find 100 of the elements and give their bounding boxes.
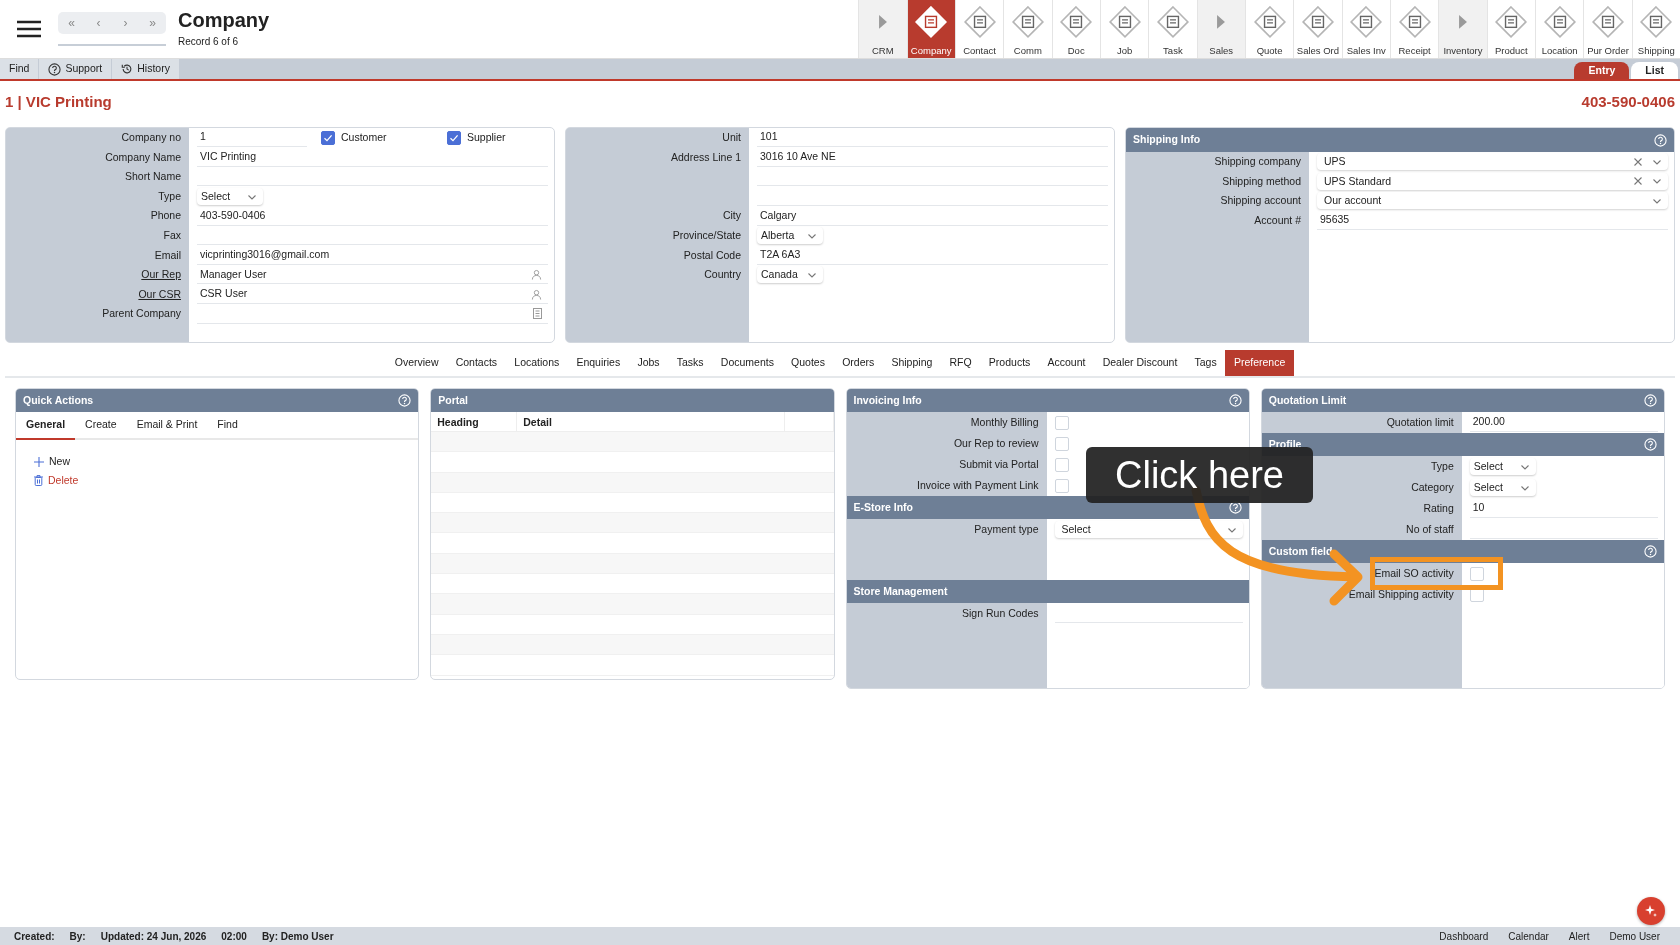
record-tab[interactable]: Orders [833, 350, 883, 376]
record-tab[interactable]: Tags [1185, 350, 1226, 376]
select-field[interactable]: Our account [1317, 192, 1668, 210]
module-button[interactable]: Inventory [1438, 0, 1487, 58]
module-button[interactable]: Sales [1196, 0, 1245, 58]
field-label: Address Line 1 [670, 150, 741, 163]
record-phone: 403-590-0406 [1581, 91, 1675, 112]
select-field[interactable]: Alberta [757, 227, 823, 245]
field-label: Company no [121, 131, 181, 143]
diamond-icon [914, 5, 949, 39]
sparkle-button[interactable] [1637, 897, 1665, 925]
lookup-field[interactable]: Manager User [197, 265, 548, 285]
field-label: Short Name [124, 170, 181, 183]
triangle-icon [878, 15, 887, 29]
check-icon [449, 132, 459, 143]
view-tab[interactable]: List [1631, 62, 1678, 79]
status-link[interactable]: Calendar [1502, 928, 1555, 944]
module-button[interactable]: CRM [858, 0, 907, 58]
field-label: Unit [722, 131, 741, 143]
field-label: Rating [1423, 502, 1454, 514]
history-icon [121, 63, 134, 75]
status-text: By: [69, 929, 86, 944]
panel-tab[interactable]: General [16, 412, 76, 440]
text-field[interactable]: vicprinting3016@gmail.com [197, 245, 548, 265]
record-tab[interactable]: RFQ [940, 350, 981, 376]
select-field[interactable]: UPS Standard [1317, 172, 1668, 190]
text-field[interactable]: 403-590-0406 [197, 206, 548, 226]
status-text: Updated: 24 Jun, 2026 [100, 929, 207, 944]
panel-tab[interactable]: Email & Print [126, 412, 208, 440]
record-title: 1 | VIC Printing [5, 91, 112, 112]
panel-tab[interactable]: Create [75, 412, 127, 440]
record-tab[interactable]: Jobs [628, 350, 669, 376]
select-field[interactable]: UPS [1317, 153, 1668, 171]
select-field[interactable]: Select [197, 188, 263, 206]
text-field[interactable]: T2A 6A3 [757, 245, 1108, 265]
record-tab[interactable]: Overview [386, 350, 448, 376]
checkbox[interactable] [447, 130, 461, 145]
checkbox-label: Customer [341, 129, 387, 145]
action-link[interactable]: Delete [34, 471, 79, 490]
module-button[interactable]: Pur Order [1583, 0, 1632, 58]
view-tab[interactable]: Entry [1574, 62, 1630, 79]
text-field[interactable]: 3016 10 Ave NE [757, 147, 1108, 167]
text-field[interactable]: 1 [197, 128, 307, 148]
text-field[interactable]: 200.00 [1469, 413, 1658, 432]
panel-title: Quotation Limit [1268, 392, 1347, 408]
toolbar-button[interactable]: Find [0, 59, 39, 79]
field-link[interactable]: Our Rep [141, 268, 181, 281]
action-link[interactable]: New [34, 452, 70, 471]
page-title: Company [178, 9, 270, 31]
record-tab[interactable]: Contacts [447, 350, 506, 376]
diamond-icon [1010, 5, 1045, 39]
triangle-icon [1217, 15, 1226, 29]
text-field[interactable]: VIC Printing [197, 147, 548, 167]
field-label: Fax [163, 228, 181, 241]
triangle-icon [1458, 15, 1467, 29]
status-link[interactable]: Demo User [1603, 928, 1666, 944]
diamond-icon [1349, 5, 1384, 39]
plus-icon [34, 456, 44, 467]
field-link[interactable]: Our CSR [138, 287, 181, 300]
diamond-icon [1639, 5, 1674, 39]
checkbox[interactable] [321, 130, 335, 145]
record-tab[interactable]: Preference [1225, 350, 1294, 376]
record-tab[interactable]: Dealer Discount [1094, 350, 1186, 376]
toolbar-button[interactable]: History [112, 59, 179, 79]
text-field[interactable]: 101 [757, 128, 1108, 148]
diamond-icon [1397, 5, 1432, 39]
status-text: Created: [14, 929, 55, 944]
panel-title: Store Management [853, 583, 948, 599]
text-field[interactable]: 10 [1469, 499, 1658, 518]
help-icon [1644, 545, 1657, 558]
field-label: Type [158, 189, 181, 202]
toolbar-button[interactable]: Support [39, 59, 112, 79]
module-button[interactable]: Sales Ord [1293, 0, 1342, 58]
help-icon [1654, 133, 1667, 147]
select-field[interactable]: Select [1054, 521, 1243, 538]
record-tab[interactable]: Shipping [882, 350, 941, 376]
select-field[interactable]: Canada [757, 266, 823, 284]
panel-tab[interactable]: Find [207, 412, 248, 440]
record-tab[interactable]: Account [1038, 350, 1095, 376]
status-link[interactable]: Dashboard [1433, 928, 1495, 944]
field-label: Parent Company [102, 307, 181, 320]
record-tab[interactable]: Products [980, 350, 1039, 376]
person-icon [531, 268, 542, 280]
status-link[interactable]: Alert [1562, 928, 1596, 944]
record-tab[interactable]: Enquiries [567, 350, 629, 376]
diamond-icon [1107, 5, 1142, 39]
text-field[interactable]: Calgary [757, 206, 1108, 226]
lookup-field[interactable]: CSR User [197, 285, 548, 305]
record-tab[interactable]: Quotes [782, 350, 834, 376]
record-tab[interactable]: Documents [712, 350, 783, 376]
text-field[interactable]: 95635 [1317, 211, 1668, 231]
field-label: Sign Run Codes [962, 607, 1039, 619]
module-button[interactable]: Company [906, 0, 955, 58]
field-label: Submit via Portal [959, 458, 1039, 470]
select-field[interactable]: Select [1469, 479, 1536, 496]
help-icon [48, 62, 62, 76]
record-tab[interactable]: Locations [505, 350, 568, 376]
record-tab[interactable]: Tasks [668, 350, 713, 376]
select-field[interactable]: Select [1469, 458, 1536, 475]
diamond-icon [1542, 5, 1577, 39]
